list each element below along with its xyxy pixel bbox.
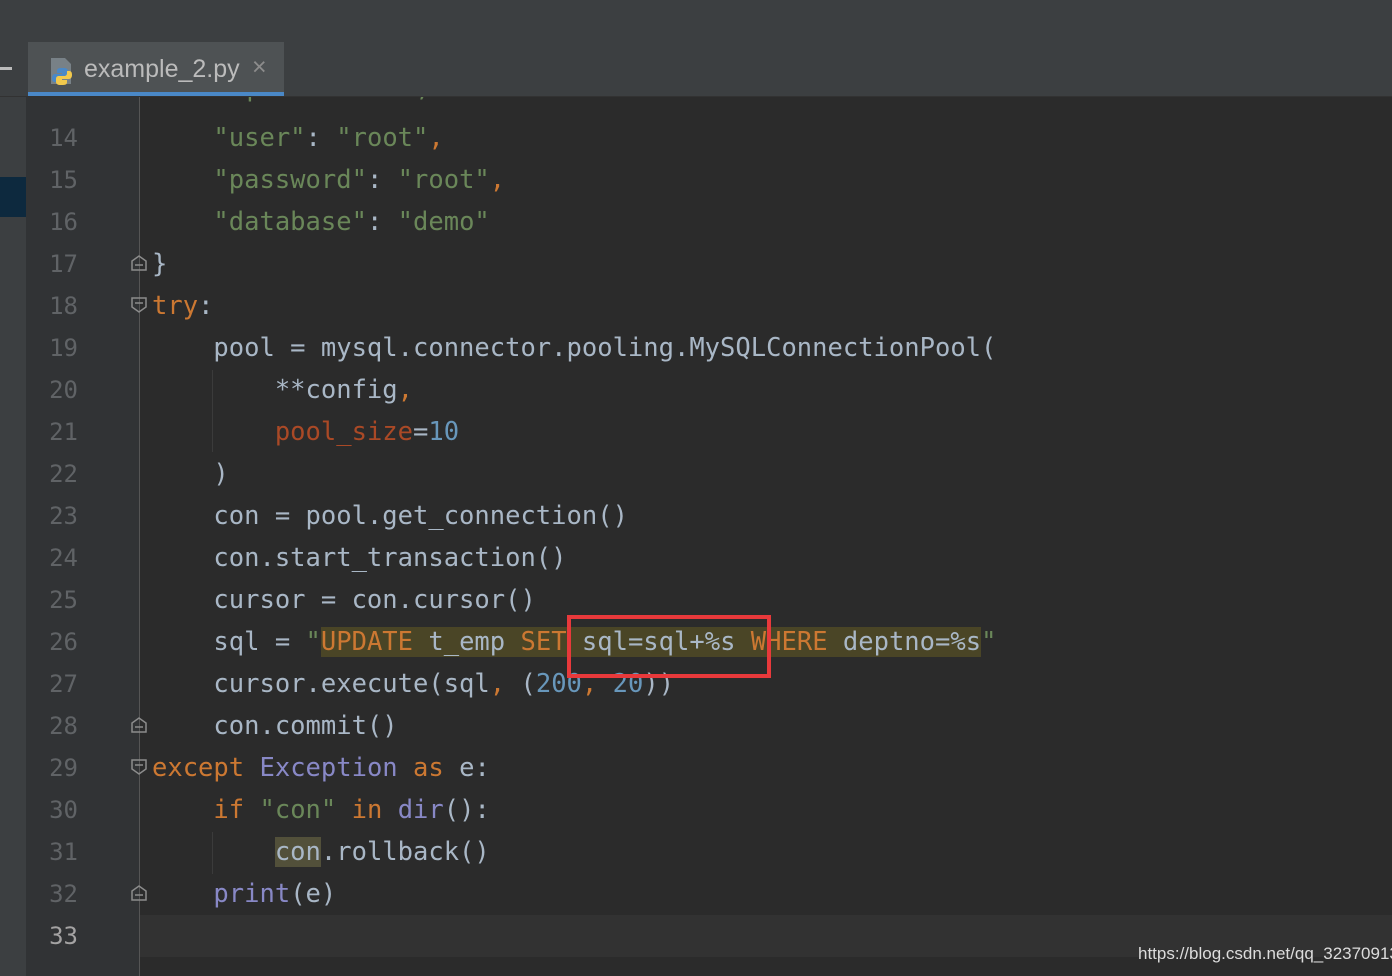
code-line[interactable]: "password": "root", xyxy=(152,159,505,201)
left-tool-strip xyxy=(0,97,26,976)
code-line[interactable]: if "con" in dir(): xyxy=(152,789,489,831)
fold-start-icon[interactable] xyxy=(130,758,148,776)
gutter-divider xyxy=(139,97,140,976)
editor-tab-bar: example_2.py × xyxy=(0,42,1392,97)
line-number: 19 xyxy=(49,334,78,362)
title-bar xyxy=(0,0,1392,43)
line-number: 27 xyxy=(49,670,78,698)
line-number: 15 xyxy=(49,166,78,194)
line-number: 29 xyxy=(49,754,78,782)
code-line[interactable]: ) xyxy=(152,453,228,495)
line-number: 18 xyxy=(49,292,78,320)
code-line[interactable]: con.commit() xyxy=(152,705,397,747)
watermark-text: https://blog.csdn.net/qq_32370913 xyxy=(1138,944,1392,963)
line-number: 17 xyxy=(49,250,78,278)
line-number: 32 xyxy=(49,880,78,908)
line-number: 23 xyxy=(49,502,78,530)
tab-example-2-py[interactable]: example_2.py × xyxy=(28,42,284,96)
code-line[interactable]: except Exception as e: xyxy=(152,747,490,789)
line-number: 24 xyxy=(49,544,78,572)
python-file-icon xyxy=(51,58,72,85)
tool-strip-selected[interactable] xyxy=(0,177,26,217)
code-line[interactable]: pool = mysql.connector.pooling.MySQLConn… xyxy=(152,327,996,369)
line-number: 13 xyxy=(26,97,78,109)
fold-end-icon[interactable] xyxy=(130,254,148,272)
line-number: 30 xyxy=(49,796,78,824)
code-line[interactable]: con.rollback() xyxy=(152,831,490,873)
code-line[interactable]: print(e) xyxy=(152,873,336,915)
line-number: 21 xyxy=(49,418,78,446)
line-number: 14 xyxy=(49,124,78,152)
line-number: 31 xyxy=(49,838,78,866)
line-number: 28 xyxy=(49,712,78,740)
line-number: 22 xyxy=(49,460,78,488)
code-line[interactable]: try: xyxy=(152,285,213,327)
code-line[interactable]: "database": "demo" xyxy=(152,201,489,243)
fold-end-icon[interactable] xyxy=(130,716,148,734)
line-number: 16 xyxy=(49,208,78,236)
close-icon[interactable]: × xyxy=(252,53,267,82)
line-number: 26 xyxy=(49,628,78,656)
collapse-dash[interactable] xyxy=(0,67,12,70)
code-line[interactable]: con = pool.get_connection() xyxy=(152,495,628,537)
line-number: 25 xyxy=(49,586,78,614)
line-number: 33 xyxy=(49,922,78,950)
code-line: "port": 3306, xyxy=(231,97,431,109)
partial-line-13: 13 "port": 3306, xyxy=(26,97,1392,109)
code-line[interactable]: cursor = con.cursor() xyxy=(152,579,535,621)
code-line[interactable]: **config, xyxy=(152,369,413,411)
code-line[interactable]: con.start_transaction() xyxy=(152,537,566,579)
code-line[interactable]: pool_size=10 xyxy=(152,411,459,453)
fold-end-icon[interactable] xyxy=(130,884,148,902)
tab-label: example_2.py xyxy=(84,55,240,83)
code-line[interactable]: "user": "root", xyxy=(152,117,443,159)
annotation-highlight-box xyxy=(567,615,771,678)
line-number: 20 xyxy=(49,376,78,404)
fold-start-icon[interactable] xyxy=(130,296,148,314)
code-line[interactable]: } xyxy=(152,243,167,285)
